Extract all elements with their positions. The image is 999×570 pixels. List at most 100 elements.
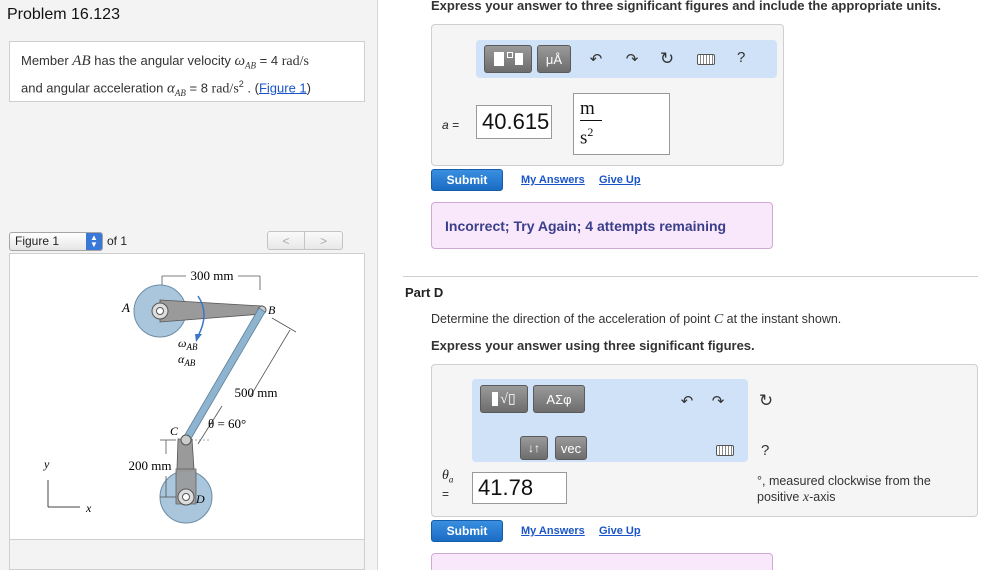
- alpha-value: = 8: [185, 79, 212, 95]
- figure-select[interactable]: Figure 1 ▲ ▼: [9, 231, 103, 251]
- template-icon: [506, 52, 513, 58]
- part-d-my-answers-link[interactable]: My Answers: [521, 525, 585, 537]
- template-button[interactable]: [484, 45, 532, 73]
- omega-subscript: AB: [245, 60, 257, 71]
- omega-unit: rad/s: [281, 54, 309, 69]
- vec-button[interactable]: vec: [555, 436, 587, 460]
- sort-button[interactable]: ↓↑: [520, 436, 548, 460]
- statement-line-1: Member AB has the angular velocity ωAB =…: [21, 52, 353, 75]
- next-figure-button[interactable]: >: [305, 231, 343, 250]
- question-text: Determine the direction of the accelerat…: [431, 312, 714, 326]
- part-c-answer-box: μÅ ↶ ↷ ↻ ? a = 40.615 m s2: [431, 24, 784, 166]
- part-c-give-up-link[interactable]: Give Up: [599, 174, 641, 186]
- reset-icon[interactable]: ↻: [657, 49, 677, 69]
- units-button[interactable]: μÅ: [537, 45, 571, 73]
- figure-select-value: Figure 1: [15, 234, 60, 248]
- part-c-my-answers-link[interactable]: My Answers: [521, 174, 585, 186]
- template-icon: [514, 53, 523, 65]
- omega-label: ωAB: [178, 336, 198, 352]
- redo-icon[interactable]: ↷: [622, 49, 642, 69]
- part-d-answer-box: √▯ ΑΣφ ↶ ↷ ↻ ↓↑ vec ? θa = 41.78 °, meas…: [431, 364, 978, 517]
- figure-footer: [9, 540, 365, 570]
- var-theta-label: θa =: [442, 468, 453, 501]
- template-button[interactable]: √▯: [480, 385, 528, 413]
- redo-icon[interactable]: ↷: [708, 391, 728, 411]
- dim-200-label: 200 mm: [129, 458, 172, 473]
- statement-text: . (: [243, 79, 259, 95]
- answer-units-input[interactable]: m s2: [573, 93, 670, 155]
- part-d-toolbar: √▯ ΑΣφ ↶ ↷ ↻ ↓↑ vec ?: [472, 379, 773, 462]
- undo-icon[interactable]: ↶: [677, 391, 697, 411]
- pin-a-center: [156, 307, 164, 315]
- suffix-line-1: °, measured clockwise from the: [757, 474, 931, 488]
- problem-panel: Problem 16.123 Member AB has the angular…: [0, 0, 378, 570]
- template-icon: [492, 392, 499, 406]
- question-text: at the instant shown.: [723, 312, 842, 326]
- omega-symbol: ω: [234, 53, 246, 69]
- statement-line-2: and angular acceleration αAB = 8 rad/s2 …: [21, 75, 353, 102]
- part-c-instruction: Express your answer to three significant…: [431, 0, 941, 13]
- dim-500-label: 500 mm: [235, 385, 278, 400]
- prev-figure-button[interactable]: <: [267, 231, 305, 250]
- arrow-head-icon: [195, 334, 202, 342]
- keyboard-icon[interactable]: [716, 445, 734, 456]
- y-axis-label: y: [43, 457, 50, 471]
- part-c-submit-button[interactable]: Submit: [431, 169, 503, 191]
- part-d-feedback: [431, 553, 773, 570]
- statement-text: and angular acceleration: [21, 79, 167, 95]
- alpha-subscript: AB: [174, 87, 186, 98]
- statement-text: Member: [21, 53, 73, 68]
- theta-symbol: θ: [442, 468, 449, 483]
- member-label: AB: [72, 53, 91, 69]
- figure-panel: 300 mm A B ωAB αAB 500 mm θ = 60° C D 20…: [9, 253, 365, 540]
- problem-title: Problem 16.123: [7, 6, 120, 23]
- statement-text: ): [306, 79, 311, 95]
- greek-button[interactable]: ΑΣφ: [533, 385, 585, 413]
- theta-subscript: a: [448, 474, 454, 485]
- direction-suffix: °, measured clockwise from the positive …: [757, 473, 931, 506]
- sqrt-icon: √▯: [500, 391, 516, 407]
- angle-label: θ = 60°: [208, 416, 246, 431]
- statement-text: has the angular velocity: [90, 53, 235, 68]
- help-button[interactable]: ?: [737, 49, 745, 66]
- figure-pager: < >: [267, 231, 343, 250]
- problem-statement: Member AB has the angular velocity ωAB =…: [9, 41, 365, 102]
- select-arrows-icon: ▲ ▼: [86, 232, 102, 250]
- undo-icon[interactable]: ↶: [586, 49, 606, 69]
- part-d-title: Part D: [405, 285, 444, 300]
- label-d: D: [195, 492, 205, 506]
- answer-panel: Express your answer to three significant…: [379, 0, 999, 570]
- x-axis-label: x: [85, 501, 92, 515]
- template-icon: [493, 52, 504, 66]
- alpha-symbol: α: [167, 79, 175, 96]
- dim-tick: [271, 317, 297, 333]
- pin-d-hole: [182, 493, 190, 501]
- label-b: B: [268, 303, 276, 317]
- part-d-give-up-link[interactable]: Give Up: [599, 525, 641, 537]
- equals-sign: =: [442, 486, 450, 501]
- figure-count: of 1: [107, 234, 128, 248]
- fraction-bar: [580, 120, 602, 122]
- var-a-label: a =: [442, 118, 460, 132]
- reset-icon[interactable]: ↻: [756, 391, 776, 411]
- suffix-text: -axis: [809, 490, 836, 504]
- help-button[interactable]: ?: [761, 442, 769, 459]
- unit-exponent: 2: [587, 125, 594, 140]
- label-a: A: [121, 300, 130, 315]
- suffix-text: positive: [757, 490, 803, 504]
- direction-value-input[interactable]: 41.78: [472, 472, 567, 504]
- figure-link[interactable]: Figure 1: [259, 80, 307, 95]
- point-label: C: [713, 312, 724, 327]
- keyboard-icon[interactable]: [697, 54, 715, 65]
- mechanism-figure: 300 mm A B ωAB αAB 500 mm θ = 60° C D 20…: [43, 268, 297, 524]
- answer-value-input[interactable]: 40.615: [476, 105, 552, 139]
- feedback-message: Incorrect; Try Again; 4 attempts remaini…: [431, 202, 773, 249]
- section-divider: [403, 276, 978, 277]
- pin-c: [180, 434, 192, 446]
- unit-denominator: s2: [580, 123, 593, 147]
- arm-ab: [159, 299, 263, 323]
- part-c-toolbar: μÅ ↶ ↷ ↻ ?: [476, 40, 777, 78]
- part-d-question: Determine the direction of the accelerat…: [431, 312, 841, 328]
- part-d-submit-button[interactable]: Submit: [431, 520, 503, 542]
- dim-300-label: 300 mm: [191, 268, 234, 283]
